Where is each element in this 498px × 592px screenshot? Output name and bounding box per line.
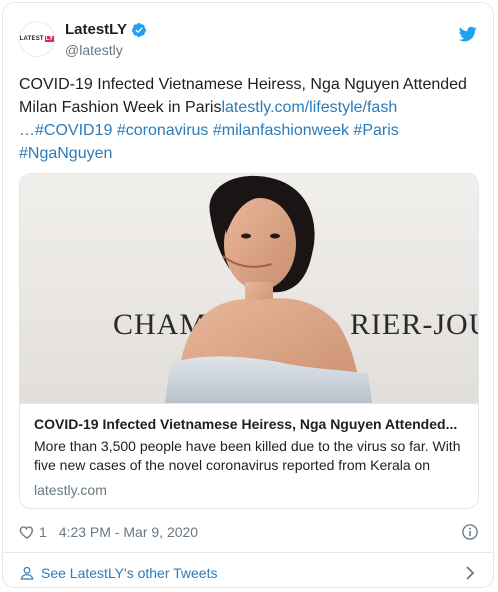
like-count[interactable]: 1 bbox=[39, 524, 47, 540]
tweet-text-plain: Milan Fashion Week in Paris bbox=[19, 99, 222, 116]
tweet-link-continuation[interactable]: … bbox=[19, 122, 35, 139]
sign-text-right: RIER-JOUË bbox=[350, 308, 478, 341]
tweet-hashtags-line-2: #NgaNguyen bbox=[19, 142, 479, 165]
hashtag-nganguyen[interactable]: #NgaNguyen bbox=[19, 145, 112, 162]
chevron-right-icon[interactable] bbox=[463, 565, 477, 581]
display-name[interactable]: LatestLY bbox=[65, 21, 127, 38]
card-description: More than 3,500 people have been killed … bbox=[34, 438, 461, 473]
heart-icon[interactable] bbox=[19, 524, 35, 540]
verified-badge-icon bbox=[131, 22, 146, 37]
avatar-logo: LATEST LY bbox=[19, 36, 55, 42]
tweet-link[interactable]: latestly.com/lifestyle/fash bbox=[221, 99, 397, 116]
see-more-tweets-link[interactable]: See LatestLY's other Tweets bbox=[19, 561, 479, 585]
embedded-tweet: LATEST LY LatestLY @latestly COVID-19 Inf… bbox=[2, 2, 494, 588]
tweet-text-line-1: COVID-19 Infected Vietnamese Heiress, Ng… bbox=[19, 76, 467, 93]
card-title[interactable]: COVID-19 Infected Vietnamese Heiress, Ng… bbox=[34, 415, 464, 433]
hashtag-paris[interactable]: #Paris bbox=[353, 122, 398, 139]
card-body[interactable]: COVID-19 Infected Vietnamese Heiress, Ng… bbox=[20, 403, 478, 508]
tweet-text: COVID-19 Infected Vietnamese Heiress, Ng… bbox=[19, 73, 479, 165]
divider bbox=[3, 552, 493, 553]
card-domain: latestly.com bbox=[34, 482, 107, 498]
avatar[interactable]: LATEST LY bbox=[19, 21, 55, 57]
hashtag-covid19[interactable]: #COVID19 bbox=[35, 122, 112, 139]
tweet-meta: 1 4:23 PM - Mar 9, 2020 bbox=[19, 521, 479, 543]
link-card[interactable]: CHAMPA RIER-JOUË COVID-19 Infected Vietn… bbox=[19, 173, 479, 509]
hashtag-coronavirus[interactable]: #coronavirus bbox=[117, 122, 209, 139]
card-photo: CHAMPA RIER-JOUË bbox=[20, 174, 478, 403]
hashtag-milanfashionweek[interactable]: #milanfashionweek bbox=[213, 122, 349, 139]
person-icon bbox=[20, 566, 34, 580]
tweet-hashtags-line-1: …#COVID19 #coronavirus #milanfashionweek… bbox=[19, 119, 479, 142]
twitter-bird-icon[interactable] bbox=[459, 25, 477, 43]
tweet-header: LATEST LY LatestLY @latestly bbox=[19, 19, 477, 59]
tweet-text-line-2: Milan Fashion Week in Parislatestly.com/… bbox=[19, 96, 479, 119]
handle[interactable]: @latestly bbox=[65, 42, 123, 58]
name-row[interactable]: LatestLY bbox=[65, 21, 147, 38]
see-more-label[interactable]: See LatestLY's other Tweets bbox=[41, 565, 217, 581]
info-icon[interactable] bbox=[461, 523, 479, 541]
card-image[interactable]: CHAMPA RIER-JOUË bbox=[20, 174, 478, 403]
timestamp[interactable]: 4:23 PM - Mar 9, 2020 bbox=[59, 524, 198, 540]
